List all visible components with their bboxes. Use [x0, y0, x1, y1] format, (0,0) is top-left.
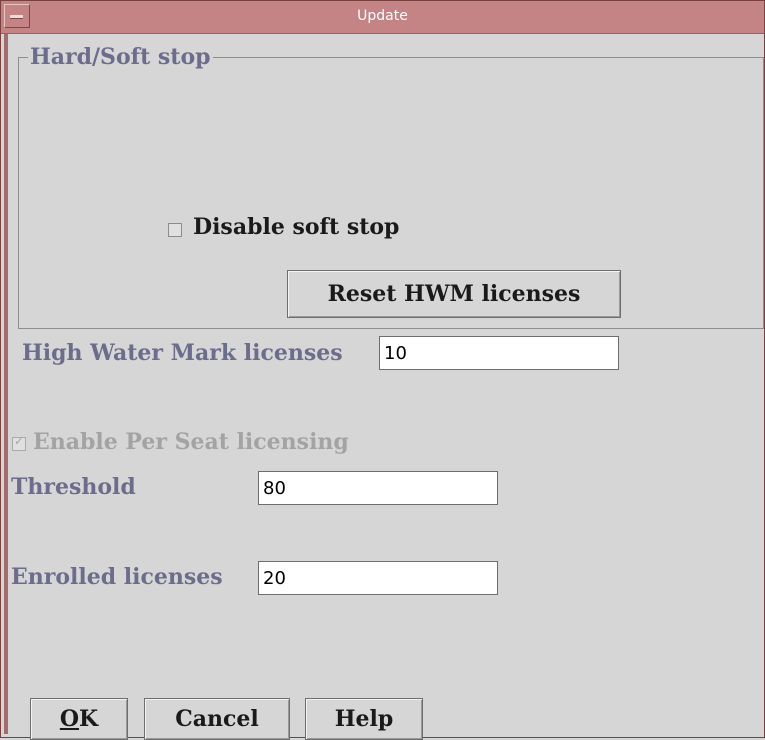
title-bar[interactable]: Update: [1, 1, 764, 34]
ok-button[interactable]: OK: [30, 698, 128, 740]
disable-soft-stop-checkbox[interactable]: [168, 223, 182, 237]
enrolled-licenses-field[interactable]: 20: [258, 561, 498, 595]
hwm-licenses-field[interactable]: 10: [379, 336, 619, 370]
window-title: Update: [357, 8, 408, 24]
ok-mnemonic: O: [59, 706, 80, 732]
help-button[interactable]: Help: [305, 698, 423, 740]
enable-per-seat-checkbox[interactable]: [12, 434, 26, 451]
ok-label-rest: K: [79, 706, 99, 732]
reset-hwm-licenses-button[interactable]: Reset HWM licenses: [287, 270, 621, 318]
window-left-border: [4, 34, 8, 734]
cancel-button[interactable]: Cancel: [144, 698, 290, 740]
threshold-field[interactable]: 80: [258, 471, 498, 505]
enable-per-seat-label: Enable Per Seat licensing: [33, 429, 349, 455]
disable-soft-stop-label[interactable]: Disable soft stop: [193, 214, 399, 240]
threshold-label: Threshold: [11, 474, 136, 500]
hwm-licenses-label: High Water Mark licenses: [22, 340, 343, 366]
hard-soft-stop-title: Hard/Soft stop: [28, 44, 213, 70]
enrolled-licenses-label: Enrolled licenses: [11, 564, 223, 590]
